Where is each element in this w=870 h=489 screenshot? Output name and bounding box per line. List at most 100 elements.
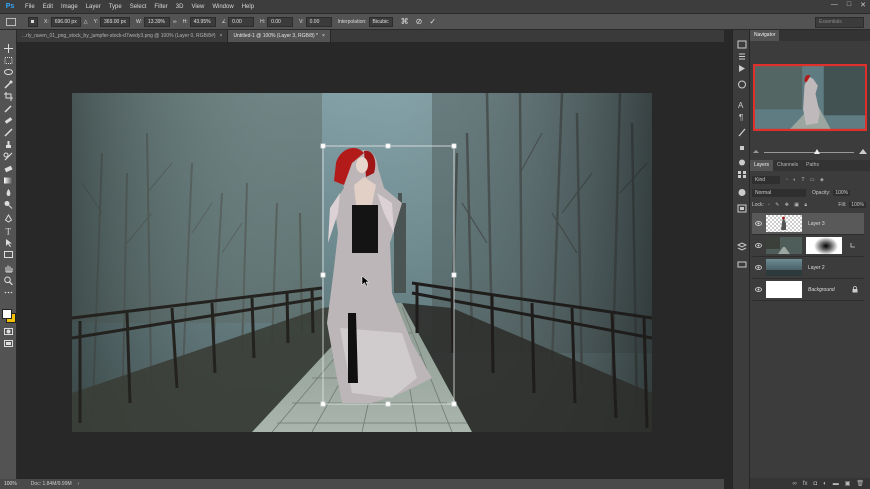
- brush-tool-icon[interactable]: [3, 128, 14, 137]
- zoom-slider-thumb[interactable]: [814, 149, 820, 154]
- tool-presets-panel-icon[interactable]: [737, 158, 747, 167]
- fill-field[interactable]: 100%: [849, 201, 866, 208]
- hand-tool-icon[interactable]: [3, 264, 14, 273]
- add-mask-icon[interactable]: ◘: [813, 481, 817, 487]
- opacity-field[interactable]: 100%: [833, 189, 851, 196]
- lock-icons[interactable]: ▫ ✎ ✥ ▣ 🔒︎: [768, 202, 809, 208]
- tab-paths[interactable]: Paths: [802, 160, 823, 171]
- lasso-tool-icon[interactable]: [3, 68, 14, 77]
- minimize-button[interactable]: —: [831, 1, 838, 9]
- zoom-out-icon[interactable]: [752, 148, 761, 155]
- menu-image[interactable]: Image: [61, 4, 78, 10]
- filter-icons[interactable]: ▫ ◐ T ▭ ◈: [786, 177, 826, 183]
- pen-tool-icon[interactable]: [3, 214, 14, 223]
- blur-tool-icon[interactable]: [3, 188, 14, 197]
- gradient-tool-icon[interactable]: [3, 176, 14, 185]
- menu-3d[interactable]: 3D: [176, 4, 184, 10]
- crop-tool-icon[interactable]: [3, 92, 14, 101]
- menu-edit[interactable]: Edit: [43, 4, 53, 10]
- menu-window[interactable]: Window: [212, 4, 233, 10]
- adjustments-panel-icon[interactable]: [737, 80, 747, 89]
- tab-close-icon[interactable]: ×: [220, 33, 223, 39]
- styles-panel-icon[interactable]: [737, 204, 747, 213]
- clone-source-panel-icon[interactable]: [737, 142, 747, 151]
- properties-panel-icon[interactable]: [737, 52, 747, 61]
- visibility-eye-icon[interactable]: [755, 221, 762, 226]
- layer-row-adjustment[interactable]: [752, 235, 864, 257]
- link-icon[interactable]: ∞: [173, 19, 177, 25]
- doc-size[interactable]: Doc: 1.84M/9.99M: [31, 481, 72, 487]
- eraser-tool-icon[interactable]: [3, 164, 14, 173]
- healing-brush-tool-icon[interactable]: [3, 116, 14, 125]
- layer-mask-thumbnail[interactable]: [806, 237, 842, 254]
- tab-layers[interactable]: Layers: [750, 160, 774, 171]
- history-panel-icon[interactable]: [737, 40, 747, 49]
- adjustment-layer-icon[interactable]: ◐: [823, 481, 827, 487]
- path-select-tool-icon[interactable]: [3, 238, 14, 247]
- zoom-tool-icon[interactable]: [3, 276, 14, 285]
- navigator-thumbnail[interactable]: [753, 64, 867, 131]
- brush-panel-icon[interactable]: [737, 128, 747, 137]
- visibility-eye-icon[interactable]: [755, 243, 762, 248]
- zoom-in-icon[interactable]: [858, 147, 868, 155]
- workspace-select[interactable]: Essentials: [815, 17, 864, 28]
- swatches-panel-icon[interactable]: [737, 170, 747, 179]
- layer-name[interactable]: Background: [808, 287, 835, 293]
- kind-select[interactable]: Kind: [752, 175, 780, 184]
- visibility-eye-icon[interactable]: [755, 265, 762, 270]
- screen-mode-icon[interactable]: [3, 339, 14, 348]
- x-field[interactable]: 696.00 px: [50, 16, 81, 27]
- interpolation-select[interactable]: Bicubic: [368, 16, 393, 27]
- layer-comps-panel-icon[interactable]: [737, 242, 747, 251]
- menu-file[interactable]: File: [25, 4, 35, 10]
- vskew-field[interactable]: 0.00: [305, 16, 332, 27]
- tab-channels[interactable]: Channels: [773, 160, 802, 171]
- layer-row-layer-3[interactable]: Layer 3: [752, 213, 864, 235]
- close-window-button[interactable]: ✕: [860, 1, 866, 9]
- h-field[interactable]: 43.95%: [189, 16, 216, 27]
- transform-tool-icon[interactable]: [6, 17, 16, 26]
- menu-layer[interactable]: Layer: [86, 4, 101, 10]
- layer-thumbnail[interactable]: [766, 237, 802, 254]
- character-panel-icon[interactable]: A: [737, 100, 747, 109]
- layer-thumbnail[interactable]: [766, 215, 802, 232]
- color-panel-icon[interactable]: [737, 188, 747, 197]
- foreground-color-swatch[interactable]: [2, 309, 12, 319]
- timeline-panel-icon[interactable]: [737, 260, 747, 269]
- layer-name[interactable]: Layer 3: [808, 221, 825, 227]
- menu-help[interactable]: Help: [242, 4, 254, 10]
- maximize-button[interactable]: □: [847, 1, 851, 9]
- layer-row-layer-2[interactable]: Layer 2: [752, 257, 864, 279]
- status-arrow-icon[interactable]: ›: [78, 481, 80, 487]
- tab-raven-stock[interactable]: ...rly_raven_01_png_stock_by_jumpfer-sto…: [17, 30, 229, 42]
- layer-name[interactable]: Layer 2: [808, 265, 825, 271]
- menu-filter[interactable]: Filter: [154, 4, 167, 10]
- blend-mode-select[interactable]: Normal: [752, 188, 806, 197]
- marquee-tool-icon[interactable]: [3, 56, 14, 65]
- menu-select[interactable]: Select: [130, 4, 147, 10]
- actions-panel-icon[interactable]: [737, 64, 747, 73]
- visibility-eye-icon[interactable]: [755, 287, 762, 292]
- move-tool-icon[interactable]: [3, 44, 14, 53]
- cancel-transform-icon[interactable]: ⊘: [416, 17, 423, 26]
- reference-point-icon[interactable]: [28, 16, 38, 27]
- warp-icon[interactable]: ⌘: [401, 17, 409, 26]
- type-tool-icon[interactable]: T: [3, 226, 14, 236]
- layer-row-background[interactable]: Background: [752, 279, 864, 301]
- zoom-slider[interactable]: [764, 149, 854, 154]
- new-layer-icon[interactable]: ▣: [845, 480, 851, 487]
- angle-field[interactable]: 0.00: [228, 16, 255, 27]
- layer-thumbnail[interactable]: [766, 259, 802, 276]
- commit-transform-icon[interactable]: ✓: [429, 17, 436, 26]
- layer-style-icon[interactable]: fx: [803, 481, 808, 487]
- layer-thumbnail[interactable]: [766, 281, 802, 298]
- new-group-icon[interactable]: ▬: [833, 481, 839, 487]
- shape-tool-icon[interactable]: [3, 250, 14, 259]
- menu-type[interactable]: Type: [109, 4, 122, 10]
- eyedropper-tool-icon[interactable]: [3, 104, 14, 113]
- w-field[interactable]: 13.39%: [144, 16, 171, 27]
- zoom-level[interactable]: 100%: [4, 481, 17, 487]
- history-brush-tool-icon[interactable]: [3, 152, 14, 161]
- canvas-area[interactable]: [17, 42, 724, 479]
- tab-navigator[interactable]: Navigator: [750, 30, 780, 41]
